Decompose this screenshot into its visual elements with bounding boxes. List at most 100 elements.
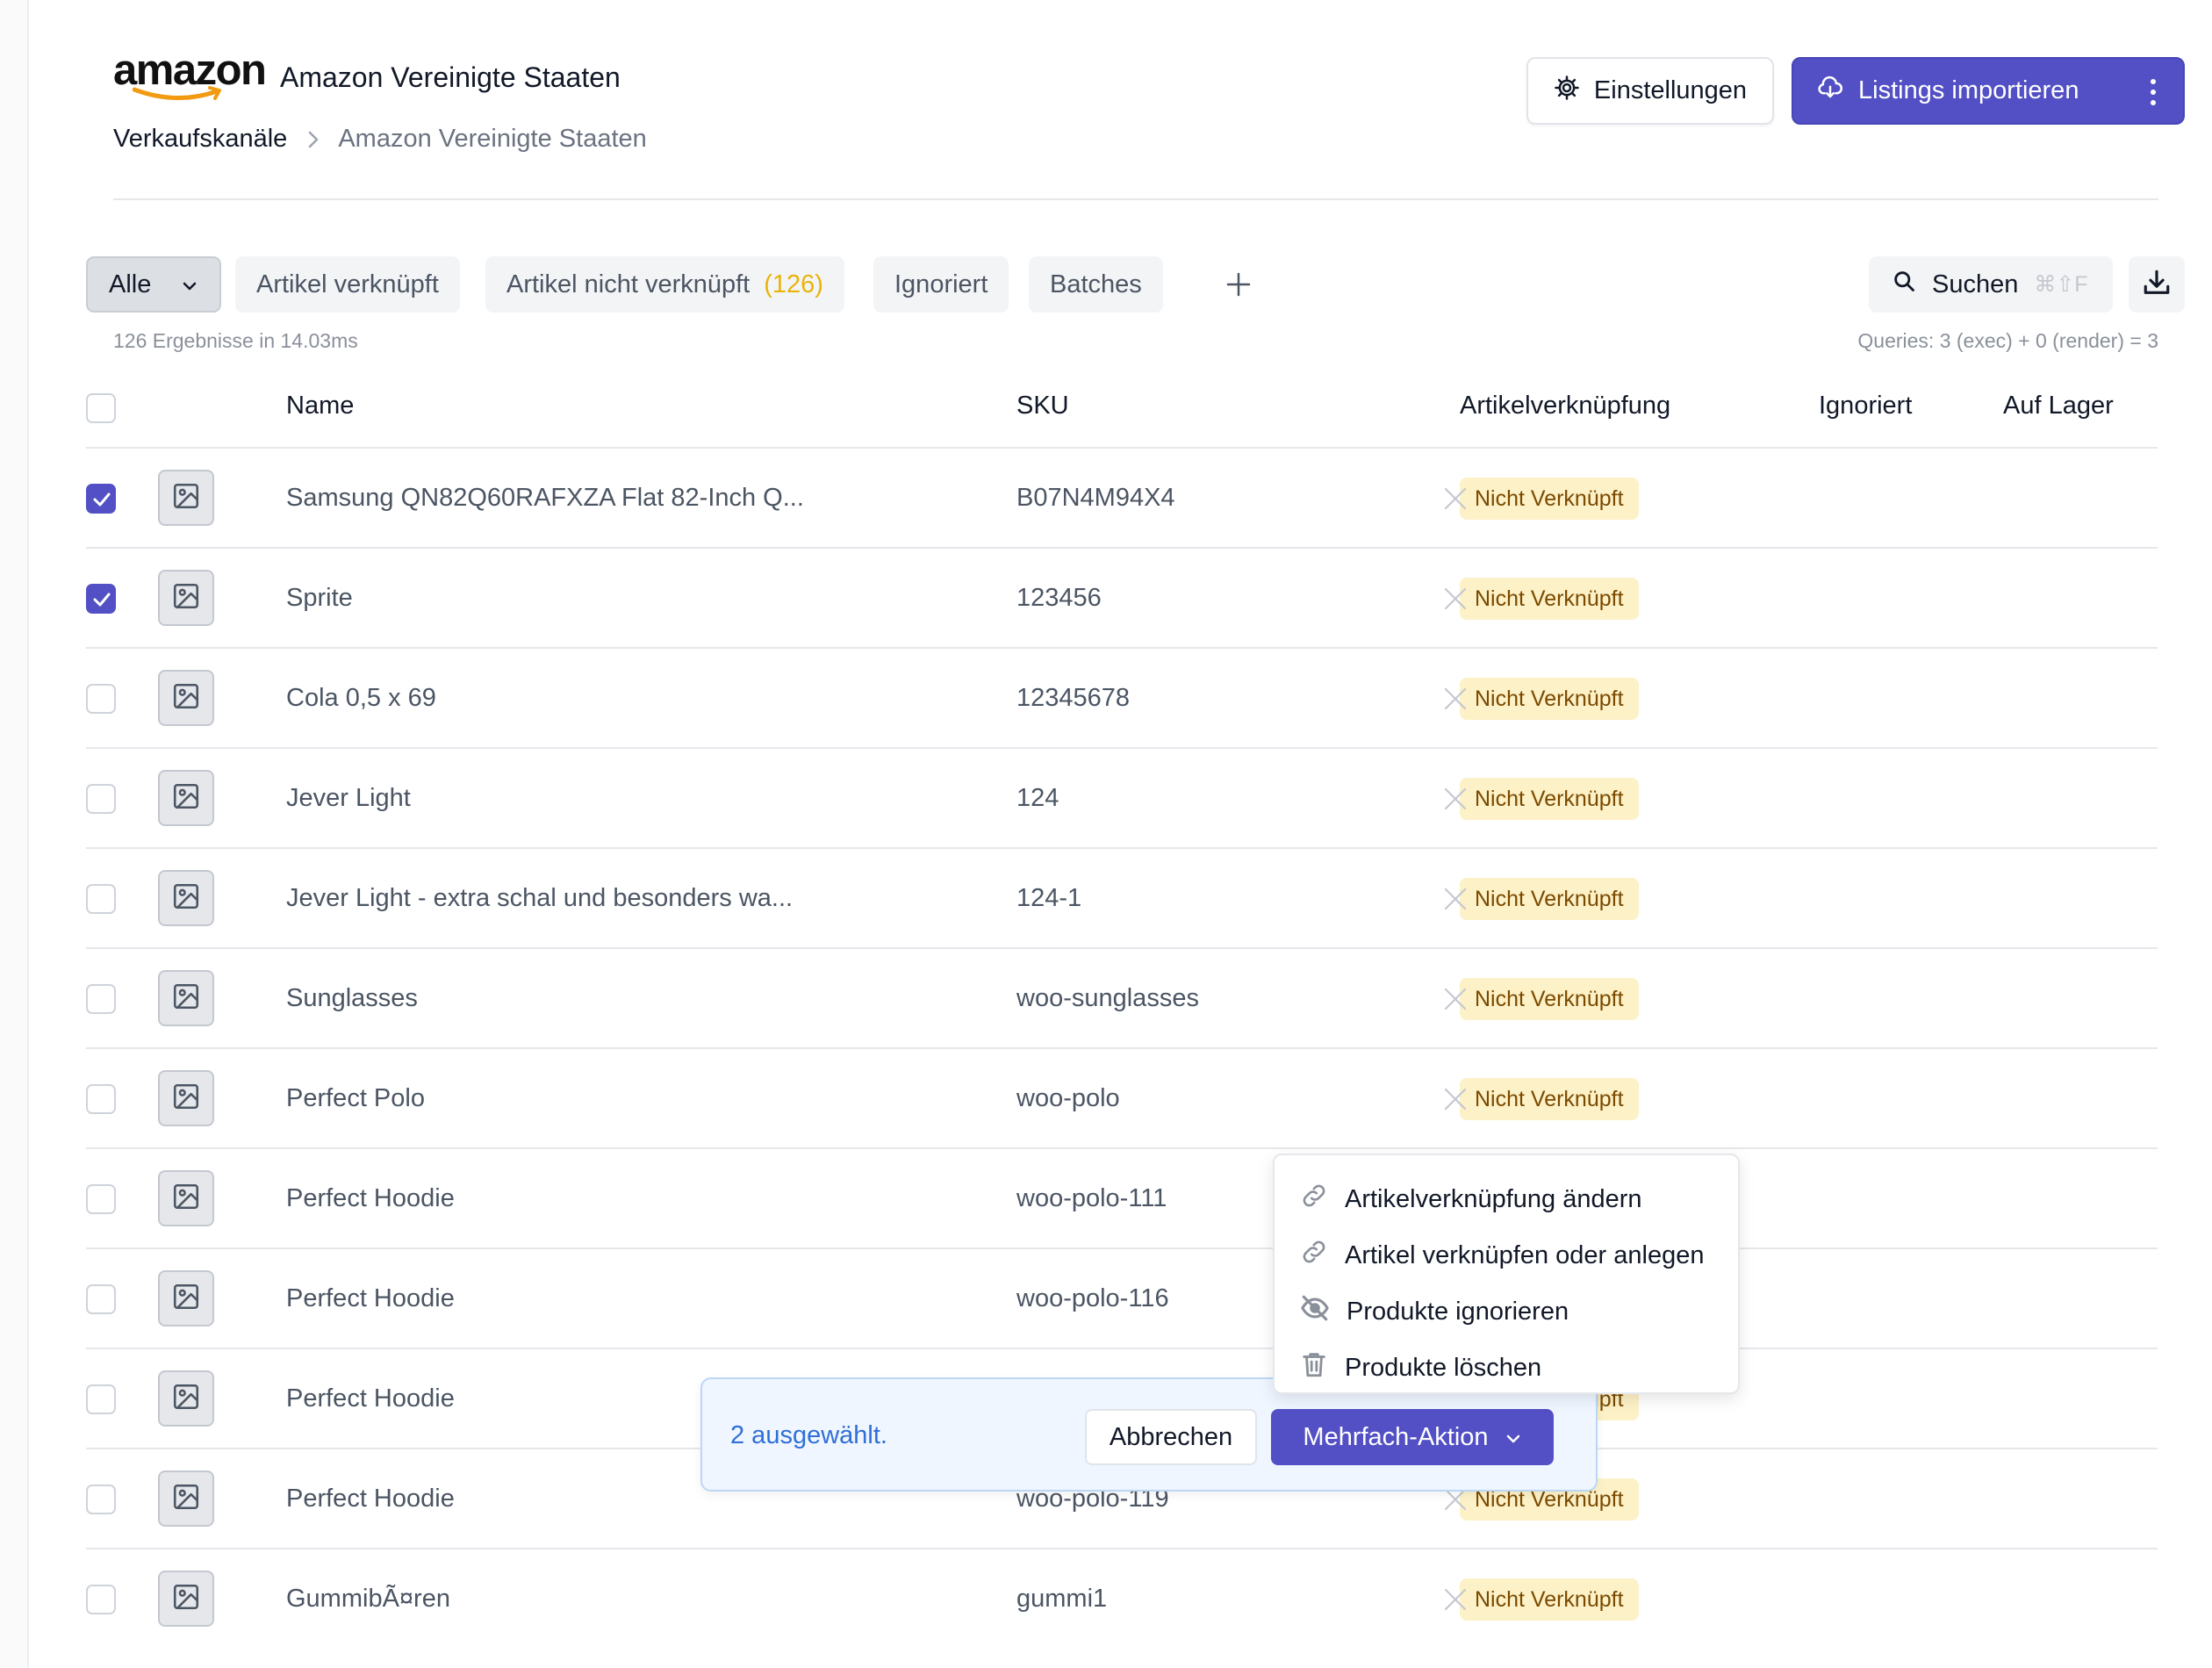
- image-icon: [171, 481, 201, 515]
- table-row[interactable]: Perfect Hoodiewoo-polo-116Nicht Verknüpf…: [86, 1247, 2158, 1349]
- download-button[interactable]: [2129, 256, 2185, 313]
- row-checkbox[interactable]: [86, 1284, 116, 1314]
- x-icon: [1442, 586, 1469, 616]
- table-row[interactable]: Sunglasses woo-sunglasses Nicht Verknüpft: [86, 947, 2158, 1049]
- tab-ignored-label: Ignoriert: [894, 270, 988, 298]
- table-row[interactable]: Perfect Hoodiewoo-polo-111Nicht Verknüpf…: [86, 1147, 2158, 1249]
- table-row[interactable]: Perfect Polo woo-polo Nicht Verknüpft: [86, 1047, 2158, 1149]
- status-badge: Nicht Verknüpft: [1460, 878, 1639, 920]
- menu-item-delete-products[interactable]: Produkte löschen: [1275, 1340, 1738, 1396]
- product-name[interactable]: Perfect Polo: [286, 1084, 425, 1113]
- product-name[interactable]: Perfect Hoodie: [286, 1184, 455, 1213]
- more-vertical-icon[interactable]: [2150, 78, 2157, 113]
- query-stats: Queries: 3 (exec) + 0 (render) = 3: [1857, 329, 2158, 352]
- product-thumbnail: [158, 570, 214, 626]
- breadcrumb: Verkaufskanäle Amazon Vereinigte Staaten: [113, 125, 647, 154]
- column-stock[interactable]: Auf Lager: [2003, 392, 2114, 421]
- product-sku: 12345678: [1016, 684, 1131, 712]
- tab-linked-label: Artikel verknüpft: [256, 270, 439, 298]
- menu-item-ignore-products[interactable]: Produkte ignorieren: [1275, 1283, 1738, 1340]
- product-thumbnail: [158, 970, 214, 1026]
- status-badge: Nicht Verknüpft: [1460, 978, 1639, 1020]
- product-sku: woo-polo: [1016, 1084, 1120, 1112]
- download-icon: [2142, 268, 2172, 302]
- product-name[interactable]: Jever Light: [286, 784, 411, 813]
- column-name[interactable]: Name: [286, 392, 354, 421]
- row-checkbox[interactable]: [86, 684, 116, 714]
- search-shortcut: ⌘⇧F: [2034, 272, 2088, 297]
- table-row[interactable]: GummibÃ¤ren gummi1 Nicht Verknüpft: [86, 1548, 2158, 1650]
- image-icon: [171, 981, 201, 1016]
- column-sku[interactable]: SKU: [1016, 392, 1069, 421]
- menu-item-link-or-create[interactable]: Artikel verknüpfen oder anlegen: [1275, 1227, 1738, 1283]
- column-ignored[interactable]: Ignoriert: [1819, 392, 1912, 421]
- product-name[interactable]: Cola 0,5 x 69: [286, 684, 436, 713]
- import-listings-button[interactable]: Listings importieren: [1792, 57, 2185, 125]
- product-name[interactable]: Perfect Hoodie: [286, 1384, 455, 1413]
- x-icon: [1442, 786, 1469, 816]
- table-row[interactable]: Sprite 123456 Nicht Verknüpft: [86, 547, 2158, 649]
- product-name[interactable]: Samsung QN82Q60RAFXZA Flat 82-Inch Q...: [286, 484, 804, 513]
- image-icon: [171, 1582, 201, 1616]
- row-checkbox[interactable]: [86, 1184, 116, 1214]
- product-thumbnail: [158, 1070, 214, 1126]
- breadcrumb-root-link[interactable]: Verkaufskanäle: [113, 125, 287, 154]
- row-checkbox[interactable]: [86, 584, 116, 614]
- product-name[interactable]: GummibÃ¤ren: [286, 1585, 450, 1614]
- select-all-checkbox[interactable]: [86, 393, 116, 423]
- breadcrumb-current: Amazon Vereinigte Staaten: [338, 125, 647, 153]
- header-divider: [113, 198, 2158, 200]
- image-icon: [171, 1282, 201, 1316]
- bulk-action-button[interactable]: Mehrfach-Aktion: [1271, 1409, 1554, 1465]
- column-link[interactable]: Artikelverknüpfung: [1460, 392, 1670, 421]
- search-label: Suchen: [1932, 270, 2019, 298]
- menu-item-label: Artikel verknüpfen oder anlegen: [1345, 1240, 1705, 1269]
- x-icon: [1442, 485, 1469, 516]
- product-name[interactable]: Perfect Hoodie: [286, 1485, 455, 1513]
- x-icon: [1442, 886, 1469, 917]
- product-thumbnail: [158, 470, 214, 526]
- chevron-right-icon: [306, 130, 320, 149]
- product-name[interactable]: Sunglasses: [286, 984, 418, 1013]
- cloud-download-icon: [1816, 75, 1844, 108]
- row-checkbox[interactable]: [86, 484, 116, 514]
- table-row[interactable]: Jever Light - extra schal und besonders …: [86, 847, 2158, 949]
- product-thumbnail: [158, 670, 214, 726]
- search-button[interactable]: Suchen ⌘⇧F: [1869, 256, 2113, 313]
- menu-item-change-link[interactable]: Artikelverknüpfung ändern: [1275, 1171, 1738, 1227]
- row-checkbox[interactable]: [86, 984, 116, 1014]
- add-filter-icon[interactable]: [1221, 267, 1256, 302]
- row-checkbox[interactable]: [86, 1384, 116, 1414]
- image-icon: [171, 1482, 201, 1516]
- product-sku: woo-sunglasses: [1016, 984, 1199, 1012]
- row-checkbox[interactable]: [86, 1084, 116, 1114]
- row-checkbox[interactable]: [86, 1485, 116, 1514]
- row-checkbox[interactable]: [86, 884, 116, 914]
- tab-not-linked[interactable]: Artikel nicht verknüpft (126): [485, 256, 844, 313]
- logo-smile-icon: [133, 86, 221, 100]
- product-sku: woo-polo-116: [1016, 1284, 1169, 1312]
- product-thumbnail: [158, 1470, 214, 1527]
- status-badge: Nicht Verknüpft: [1460, 478, 1639, 520]
- product-name[interactable]: Sprite: [286, 584, 353, 613]
- table-row[interactable]: Cola 0,5 x 69 12345678 Nicht Verknüpft: [86, 647, 2158, 749]
- product-thumbnail: [158, 870, 214, 926]
- product-sku: woo-polo-111: [1016, 1184, 1167, 1212]
- tab-batches[interactable]: Batches: [1029, 256, 1163, 313]
- product-name[interactable]: Jever Light - extra schal und besonders …: [286, 884, 793, 913]
- product-sku: 124: [1016, 784, 1059, 812]
- gear-icon: [1554, 75, 1580, 108]
- tab-linked[interactable]: Artikel verknüpft: [235, 256, 460, 313]
- tab-ignored[interactable]: Ignoriert: [873, 256, 1009, 313]
- table-row[interactable]: Jever Light 124 Nicht Verknüpft: [86, 747, 2158, 849]
- amazon-logo: amazon: [113, 49, 267, 104]
- table-row[interactable]: Samsung QN82Q60RAFXZA Flat 82-Inch Q... B…: [86, 447, 2158, 549]
- product-sku: 124-1: [1016, 884, 1082, 912]
- settings-button[interactable]: Einstellungen: [1526, 57, 1774, 125]
- product-name[interactable]: Perfect Hoodie: [286, 1284, 455, 1313]
- row-checkbox[interactable]: [86, 784, 116, 814]
- eye-off-icon: [1299, 1293, 1331, 1330]
- row-checkbox[interactable]: [86, 1585, 116, 1614]
- tab-all[interactable]: Alle: [86, 256, 221, 313]
- cancel-button[interactable]: Abbrechen: [1085, 1409, 1257, 1465]
